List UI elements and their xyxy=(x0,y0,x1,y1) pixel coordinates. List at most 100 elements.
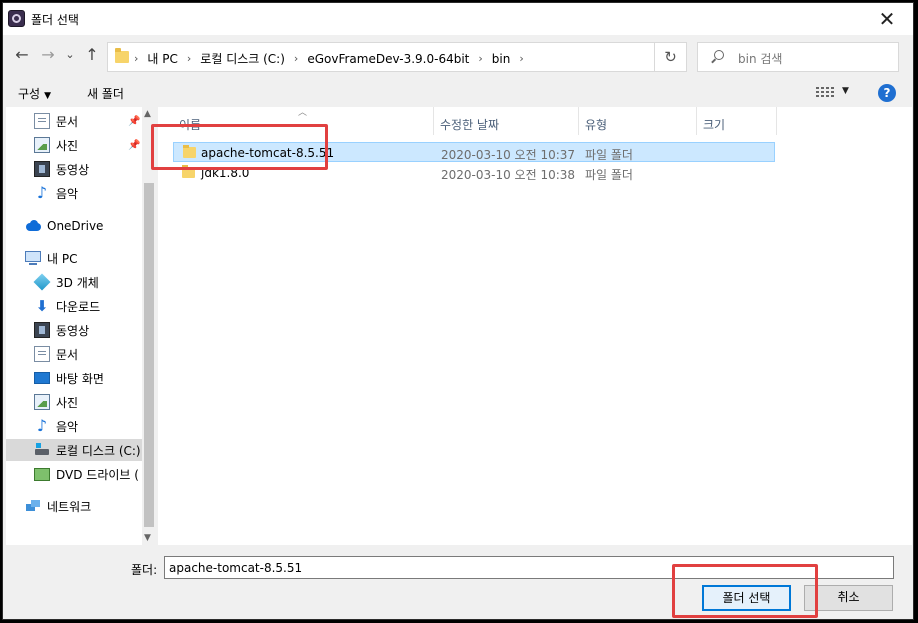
breadcrumb: › 내 PC › 로컬 디스크 (C:) › eGovFrameDev-3.9.… xyxy=(134,50,533,67)
up-button[interactable]: ↑ xyxy=(81,43,103,67)
folder-select-dialog: 폴더 선택 ✕ ← → ⌄ ↑ › 내 PC › 로컬 디스크 (C:) › e… xyxy=(2,2,914,620)
sidebar-item-label: 바탕 화면 xyxy=(56,371,104,386)
sidebar-item-label: 음악 xyxy=(56,419,79,434)
desktop-icon xyxy=(34,372,50,384)
scroll-up-icon[interactable]: ▲ xyxy=(144,109,151,119)
folder-label: 폴더: xyxy=(131,563,158,577)
back-button[interactable]: ← xyxy=(11,43,33,67)
new-folder-button[interactable]: 새 폴더 xyxy=(87,85,124,102)
navigation-pane: 문서 📌 사진 📌 동영상 ♪ 음악 OneDrive 내 PC 3D 개체 ⬇… xyxy=(6,107,156,545)
folder-icon xyxy=(183,145,196,158)
file-type: 파일 폴더 xyxy=(585,148,633,162)
scroll-down-icon[interactable]: ▼ xyxy=(144,533,151,543)
file-name: jdk1.8.0 xyxy=(201,166,250,180)
sidebar-item-dvd-drive[interactable]: DVD 드라이브 ( xyxy=(6,463,143,485)
sidebar-item-videos[interactable]: 동영상 xyxy=(6,158,143,180)
sidebar-item-network[interactable]: 네트워크 xyxy=(6,495,143,517)
cancel-button[interactable]: 취소 xyxy=(804,585,893,611)
window-title: 폴더 선택 xyxy=(31,13,79,27)
file-modified: 2020-03-10 오전 10:37 xyxy=(441,148,576,162)
table-row[interactable]: jdk1.8.0 2020-03-10 오전 10:38 파일 폴더 xyxy=(173,163,775,183)
select-folder-button[interactable]: 폴더 선택 xyxy=(702,585,791,611)
breadcrumb-item[interactable]: 내 PC xyxy=(147,50,177,67)
sidebar-item-3d-objects[interactable]: 3D 개체 xyxy=(6,271,143,293)
sidebar-item-onedrive[interactable]: OneDrive xyxy=(6,215,143,237)
sidebar-item-downloads[interactable]: ⬇ 다운로드 xyxy=(6,295,143,317)
sidebar-item-label: 문서 xyxy=(56,347,79,362)
file-modified: 2020-03-10 오전 10:38 xyxy=(441,168,576,182)
recent-locations-chevron-icon[interactable]: ⌄ xyxy=(59,43,81,67)
sidebar-item-documents[interactable]: 문서 📌 xyxy=(6,110,143,132)
app-icon xyxy=(8,10,25,27)
sidebar-item-pictures-pc[interactable]: 사진 xyxy=(6,391,143,413)
pictures-icon xyxy=(34,394,50,410)
pin-icon[interactable]: 📌 xyxy=(128,116,140,127)
close-icon[interactable]: ✕ xyxy=(867,6,907,32)
sidebar-item-label: 로컬 디스크 (C:) xyxy=(56,443,141,458)
onedrive-icon xyxy=(25,218,41,234)
breadcrumb-separator[interactable]: › xyxy=(294,52,298,65)
sidebar-item-label: 다운로드 xyxy=(56,299,101,314)
sidebar-item-music[interactable]: ♪ 음악 xyxy=(6,182,143,204)
pin-icon[interactable]: 📌 xyxy=(128,140,140,151)
caret-down-icon: ▼ xyxy=(44,91,52,101)
local-disk-icon xyxy=(34,442,50,458)
sidebar-item-label: 문서 xyxy=(56,114,79,129)
sidebar-item-label: 내 PC xyxy=(47,251,78,266)
sidebar-item-label: 음악 xyxy=(56,186,79,201)
organize-button[interactable]: 구성 ▼ xyxy=(18,85,51,102)
search-icon xyxy=(714,50,724,60)
scrollbar-thumb[interactable] xyxy=(144,183,154,527)
dvd-drive-icon xyxy=(34,467,50,481)
organize-label: 구성 xyxy=(18,87,41,101)
breadcrumb-separator[interactable]: › xyxy=(187,52,191,65)
file-list: ︿ 이름 수정한 날짜 유형 크기 apache-tomcat-8.5.51 2… xyxy=(158,107,912,545)
folder-icon xyxy=(182,165,195,178)
sidebar-item-local-disk[interactable]: 로컬 디스크 (C:) xyxy=(6,439,143,461)
folder-name-field[interactable] xyxy=(164,556,894,579)
sidebar-item-this-pc[interactable]: 내 PC xyxy=(6,247,143,269)
forward-button[interactable]: → xyxy=(37,43,59,67)
column-header-name[interactable]: 이름 xyxy=(173,107,434,135)
column-header-type[interactable]: 유형 xyxy=(579,107,697,135)
sidebar-item-label: 3D 개체 xyxy=(56,275,99,290)
sidebar-item-documents-pc[interactable]: 문서 xyxy=(6,343,143,365)
refresh-button[interactable]: ↻ xyxy=(655,42,687,72)
sidebar-item-label: 사진 xyxy=(56,138,79,153)
video-icon xyxy=(34,161,50,177)
sidebar-item-label: DVD 드라이브 ( xyxy=(56,467,139,482)
view-caret-down-icon[interactable]: ▼ xyxy=(842,86,849,96)
pictures-icon xyxy=(34,137,50,153)
column-header-modified[interactable]: 수정한 날짜 xyxy=(434,107,579,135)
document-icon xyxy=(34,346,50,362)
breadcrumb-separator[interactable]: › xyxy=(478,52,482,65)
music-icon: ♪ xyxy=(36,416,48,435)
file-type: 파일 폴더 xyxy=(585,168,633,182)
breadcrumb-item[interactable]: eGovFrameDev-3.9.0-64bit xyxy=(307,52,469,66)
breadcrumb-separator[interactable]: › xyxy=(519,52,523,65)
address-bar[interactable]: › 내 PC › 로컬 디스크 (C:) › eGovFrameDev-3.9.… xyxy=(107,42,737,72)
help-icon[interactable]: ? xyxy=(878,84,896,102)
column-header-size[interactable]: 크기 xyxy=(697,107,777,135)
title-bar: 폴더 선택 ✕ xyxy=(3,3,913,35)
table-row[interactable]: apache-tomcat-8.5.51 2020-03-10 오전 10:37… xyxy=(173,142,775,162)
navigation-scrollbar[interactable]: ▲ ▼ xyxy=(142,107,156,545)
search-placeholder: bin 검색 xyxy=(738,52,783,66)
sidebar-item-music-pc[interactable]: ♪ 음악 xyxy=(6,415,143,437)
download-icon: ⬇ xyxy=(35,297,49,315)
breadcrumb-item[interactable]: bin xyxy=(492,52,511,66)
3d-objects-icon xyxy=(33,273,51,291)
sidebar-item-videos-pc[interactable]: 동영상 xyxy=(6,319,143,341)
sidebar-item-label: OneDrive xyxy=(47,219,104,233)
computer-icon xyxy=(25,251,41,265)
breadcrumb-item[interactable]: 로컬 디스크 (C:) xyxy=(200,50,285,67)
sidebar-item-desktop[interactable]: 바탕 화면 xyxy=(6,367,143,389)
search-input[interactable]: bin 검색 xyxy=(697,42,899,72)
sidebar-item-label: 동영상 xyxy=(56,323,90,338)
document-icon xyxy=(34,113,50,129)
view-options-icon[interactable] xyxy=(816,87,834,99)
folder-icon xyxy=(115,48,129,63)
breadcrumb-separator[interactable]: › xyxy=(134,52,138,65)
file-name: apache-tomcat-8.5.51 xyxy=(201,146,335,160)
sidebar-item-pictures[interactable]: 사진 📌 xyxy=(6,134,143,156)
